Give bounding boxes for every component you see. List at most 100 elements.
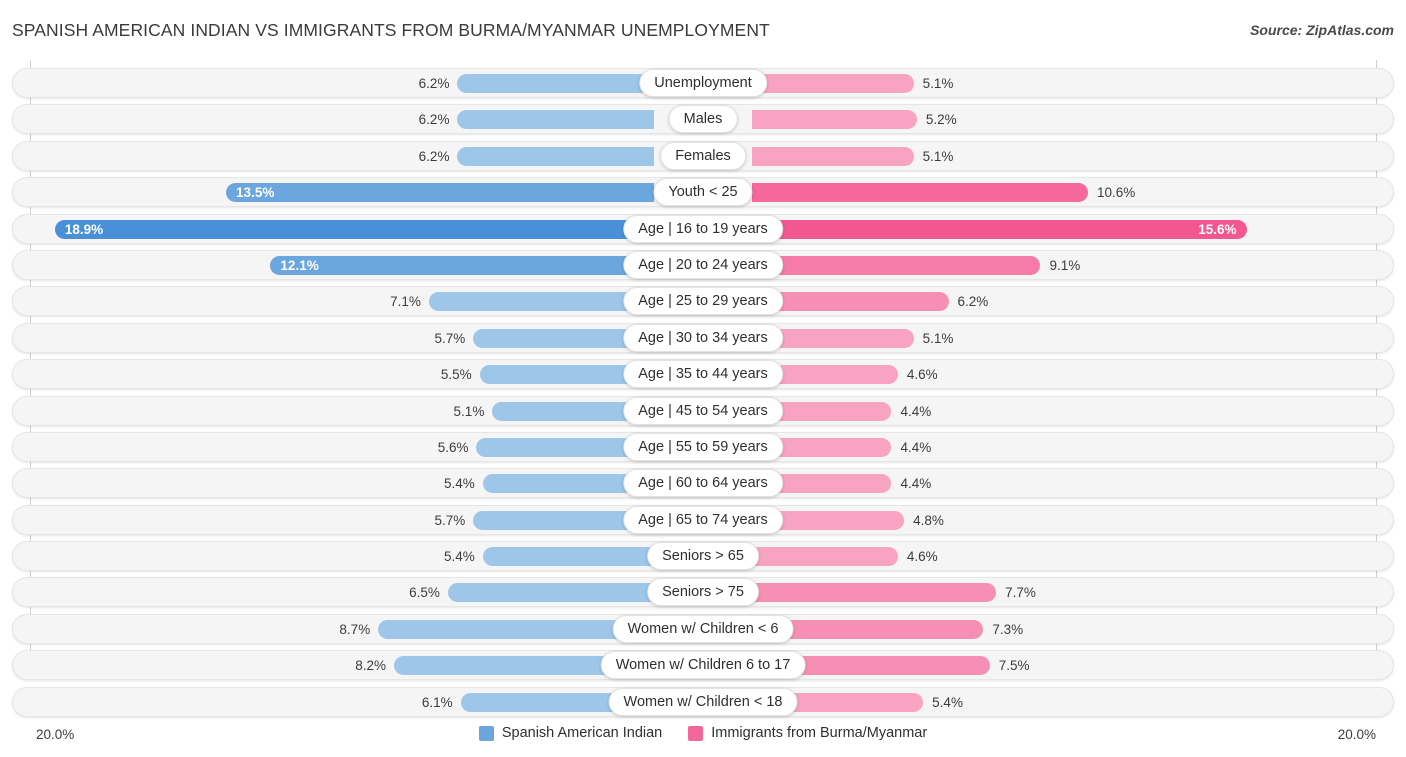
bar-row: 5.7% 5.1% Age | 30 to 34 years	[0, 321, 1406, 357]
bar-value-label-left: 18.9%	[64, 221, 104, 237]
bar-row: 7.1% 6.2% Age | 25 to 29 years	[0, 284, 1406, 320]
chart-page: SPANISH AMERICAN INDIAN VS IMMIGRANTS FR…	[0, 0, 1406, 757]
category-label-pill: Age | 20 to 24 years	[623, 250, 783, 279]
bar-value-label-left: 13.5%	[236, 185, 275, 201]
bar-value-label-right: 5.1%	[922, 76, 954, 91]
bar-immigrants-from-burma-myanmar	[752, 255, 1041, 275]
legend-label: Spanish American Indian	[501, 725, 663, 741]
bar-value-label-right: 5.1%	[922, 148, 954, 164]
category-label-pill: Age | 65 to 74 years	[623, 505, 783, 534]
bar-row: 5.7% 4.8% Age | 65 to 74 years	[0, 503, 1406, 539]
category-label-pill: Age | 30 to 34 years	[623, 323, 783, 352]
bar-value-label-left: 8.2%	[355, 658, 387, 674]
category-label-pill: Females	[660, 141, 746, 170]
bar-row: 8.2% 7.5% Women w/ Children 6 to 17	[0, 648, 1406, 684]
legend-swatch-icon	[688, 725, 704, 741]
bar-value-label-right: 4.4%	[900, 403, 932, 419]
bar-row: 5.4% 4.6% Seniors > 65	[0, 539, 1406, 575]
bar-value-label-left: 6.5%	[409, 585, 440, 601]
category-label-pill: Males	[668, 105, 738, 134]
bar-spanish-american-indian	[457, 74, 654, 93]
bar-value-label-left: 5.7%	[434, 330, 466, 346]
category-label-pill: Age | 60 to 64 years	[623, 469, 783, 498]
category-label-pill: Women w/ Children < 18	[608, 687, 798, 716]
bar-row: 6.5% 7.7% Seniors > 75	[0, 575, 1406, 611]
bar-spanish-american-indian	[270, 255, 654, 275]
category-label-pill: Women w/ Children 6 to 17	[600, 651, 806, 680]
legend: Spanish American Indian Immigrants from B…	[0, 725, 1406, 741]
bar-value-label-left: 5.4%	[444, 476, 475, 492]
category-label-pill: Age | 25 to 29 years	[623, 287, 783, 316]
bar-value-label-right: 5.2%	[925, 112, 957, 128]
bar-row: 6.2% 5.1% Unemployment	[0, 66, 1406, 102]
bar-rows-container: 6.2% 5.1% Unemployment 6.2% 5.2% Males 6.2% 5.1…	[0, 66, 1406, 721]
bar-value-label-right: 10.6%	[1097, 185, 1136, 201]
legend-item: Immigrants from Burma/Myanmar	[688, 725, 927, 741]
category-label-pill: Age | 45 to 54 years	[623, 396, 783, 425]
bar-immigrants-from-burma-myanmar	[752, 146, 914, 166]
bar-immigrants-from-burma-myanmar	[752, 583, 997, 603]
bar-spanish-american-indian	[447, 583, 654, 603]
bar-value-label-left: 5.7%	[434, 512, 466, 528]
bar-value-label-right: 4.4%	[900, 439, 932, 455]
bar-value-label-left: 6.2%	[418, 148, 450, 164]
bar-value-label-left: 5.6%	[437, 439, 469, 455]
bar-value-label-right: 5.4%	[932, 694, 963, 710]
category-label-pill: Women w/ Children < 6	[612, 614, 794, 643]
category-label-pill: Seniors > 75	[647, 578, 759, 607]
bar-row: 5.6% 4.4% Age | 55 to 59 years	[0, 430, 1406, 466]
bar-row: 6.2% 5.2% Males	[0, 102, 1406, 138]
bar-row: 5.5% 4.6% Age | 35 to 44 years	[0, 357, 1406, 393]
bar-row: 18.9% 15.6% Age | 16 to 19 years	[0, 212, 1406, 248]
bar-value-label-left: 5.4%	[444, 549, 475, 565]
bar-immigrants-from-burma-myanmar	[752, 74, 914, 93]
bar-value-label-left: 12.1%	[280, 257, 319, 273]
plot-area: 6.2% 5.1% Unemployment 6.2% 5.2% Males 6.2% 5.1…	[0, 60, 1406, 717]
source-attribution: Source: ZipAtlas.com	[1250, 22, 1394, 38]
bar-immigrants-from-burma-myanmar	[752, 110, 917, 130]
bar-spanish-american-indian	[428, 292, 654, 312]
bar-value-label-left: 5.5%	[440, 367, 472, 383]
bar-value-label-right: 15.6%	[1198, 221, 1237, 237]
bar-value-label-right: 7.3%	[992, 621, 1024, 637]
legend-item: Spanish American Indian	[478, 725, 663, 741]
bar-spanish-american-indian	[54, 219, 654, 239]
bar-row: 8.7% 7.3% Women w/ Children < 6	[0, 612, 1406, 648]
bar-row: 12.1% 9.1% Age | 20 to 24 years	[0, 248, 1406, 284]
chart-footer: 20.0% 20.0% Spanish American Indian Immig…	[0, 716, 1406, 757]
category-label-pill: Age | 16 to 19 years	[623, 214, 783, 243]
bar-spanish-american-indian	[457, 146, 654, 166]
bar-value-label-right: 4.6%	[906, 367, 938, 383]
legend-label: Immigrants from Burma/Myanmar	[711, 725, 928, 741]
bar-value-label-left: 6.2%	[418, 76, 450, 91]
bar-value-label-right: 4.6%	[906, 549, 938, 565]
bar-spanish-american-indian	[457, 110, 654, 130]
bar-immigrants-from-burma-myanmar	[752, 183, 1089, 203]
bar-row: 5.4% 4.4% Age | 60 to 64 years	[0, 466, 1406, 502]
bar-spanish-american-indian	[482, 547, 654, 567]
bar-spanish-american-indian	[226, 183, 654, 203]
bar-value-label-left: 8.7%	[339, 621, 371, 637]
category-label-pill: Youth < 25	[653, 178, 753, 207]
category-label-pill: Age | 35 to 44 years	[623, 360, 783, 389]
bar-row: 5.1% 4.4% Age | 45 to 54 years	[0, 394, 1406, 430]
bar-value-label-left: 6.2%	[418, 112, 450, 128]
bar-value-label-right: 7.5%	[998, 658, 1030, 674]
bar-value-label-right: 4.4%	[900, 476, 932, 492]
page-title: SPANISH AMERICAN INDIAN VS IMMIGRANTS FR…	[12, 20, 770, 40]
bar-value-label-right: 6.2%	[957, 294, 989, 310]
bar-value-label-right: 9.1%	[1049, 257, 1081, 273]
bar-value-label-left: 6.1%	[421, 694, 453, 710]
bar-row: 6.2% 5.1% Females	[0, 139, 1406, 175]
category-label-pill: Seniors > 65	[647, 542, 759, 571]
bar-value-label-left: 7.1%	[390, 294, 421, 310]
legend-swatch-icon	[478, 725, 494, 741]
bar-immigrants-from-burma-myanmar	[752, 547, 898, 567]
bar-value-label-right: 7.7%	[1005, 585, 1036, 601]
bar-value-label-right: 4.8%	[913, 512, 944, 528]
bar-value-label-right: 5.1%	[922, 330, 954, 346]
bar-value-label-left: 5.1%	[453, 403, 485, 419]
bar-row: 13.5% 10.6% Youth < 25	[0, 175, 1406, 211]
category-label-pill: Age | 55 to 59 years	[623, 432, 783, 461]
category-label-pill: Unemployment	[639, 69, 767, 97]
